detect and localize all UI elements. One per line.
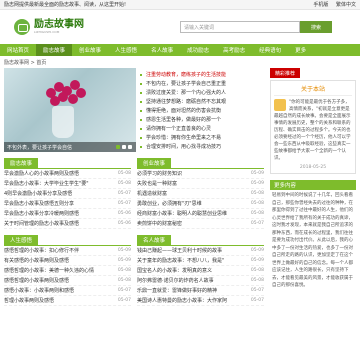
more-content-text: 轻易到中间的时候说了十几年，回头看看自己，那些你曾经失去的过往的种种，在那里你得… bbox=[272, 193, 353, 288]
list-item[interactable]: 请你拥有一个正直善良的心灵 bbox=[140, 124, 260, 133]
main-nav: 网站首页 励志故事 创业故事 人生感悟 名人故事 成功励志 高考励志 经典语句 … bbox=[0, 44, 360, 56]
list-item[interactable]: 感悟哲理的小故事：扣心修行不伴 05-09 bbox=[4, 246, 131, 256]
nav-item-home[interactable]: 网站首页 bbox=[0, 44, 36, 56]
carousel-slide[interactable]: 不包外表，要让孩子学会自信 bbox=[4, 68, 136, 152]
list-item[interactable]: 关于童年的励志故事：不想八八，我是" 05-09 bbox=[137, 256, 264, 266]
nav-item-success[interactable]: 成功励志 bbox=[180, 44, 216, 56]
hero-section: 不包外表，要让孩子学会自信 注重劳动教育，磨练孩子的生活技能 不包内在，要让孩子… bbox=[4, 68, 264, 152]
panel-life: 人生感悟 感悟哲理的小故事：扣心修行不伴 05-09 有关感悟的小故事两则及感悟 0… bbox=[4, 235, 131, 306]
more-content-title[interactable]: 更多内容 bbox=[270, 180, 356, 190]
list-item[interactable]: 卖煎饼中的财富秘密 05-07 bbox=[137, 219, 264, 229]
list-item[interactable]: 感悟小故事：小故事两则和感悟 05-07 bbox=[4, 286, 131, 296]
list-item[interactable]: 美国诗人惠特曼的励志小故事：大作家阿 05-07 bbox=[137, 296, 264, 306]
list-item[interactable]: 懂得拒绝，面对坦然的伤害会抗衡 bbox=[140, 106, 260, 115]
header: 励志故事网 LIZHIGUSHI.COM 请输入关键词 搜索 bbox=[0, 10, 360, 44]
list-item[interactable]: 钱由己赚起——球王贝利十时候的故事 05-09 bbox=[137, 246, 264, 256]
vase-image bbox=[52, 106, 74, 138]
featured-tag: 精彩推荐 bbox=[270, 68, 300, 78]
list-item[interactable]: 早会励志小故事及感悟五则分享 05-07 bbox=[4, 199, 131, 209]
list-item[interactable]: 注重劳动教育，磨练孩子的生活技能 bbox=[140, 70, 260, 79]
logo-title: 励志故事网 bbox=[34, 19, 84, 30]
list-item[interactable]: 合理安排时间，用心找寻成功技巧 bbox=[140, 142, 260, 151]
list-item[interactable]: 国宝名人的小故事：发明真的意义 05-08 bbox=[137, 266, 264, 276]
nav-item-startup-stories[interactable]: 创业故事 bbox=[72, 44, 108, 56]
list-item[interactable]: 早会励志小故事：大学毕业生学生"要" 05-08 bbox=[4, 179, 131, 189]
featured-list: 注重劳动教育，磨练孩子的生活技能 不包内在，要让孩子学会自己重正重 溃败过度关爱… bbox=[136, 68, 264, 152]
list-item[interactable]: 必须学习的财务知识 05-09 bbox=[137, 169, 264, 179]
list-item[interactable]: 关于时间管理的励志小故事及感悟 05-06 bbox=[4, 219, 131, 229]
list-item[interactable]: 学会珍惜：拥有你生命里来之不易 bbox=[140, 133, 260, 142]
breadcrumb: 励志故事网 > 首页 bbox=[4, 59, 47, 66]
nav-item-celebrity-stories[interactable]: 名人故事 bbox=[144, 44, 180, 56]
list-item[interactable]: 阿尔弗雷德·诺贝尔的炸药名人故事 05-08 bbox=[137, 276, 264, 286]
about-date: 2018-05-25 bbox=[299, 165, 327, 170]
nav-item-life-insights[interactable]: 人生感悟 bbox=[108, 44, 144, 56]
search-input[interactable]: 请输入关键词 bbox=[180, 21, 300, 33]
carousel-dots[interactable] bbox=[116, 145, 132, 149]
search-box: 请输入关键词 搜索 bbox=[180, 21, 332, 33]
list-item[interactable]: 感悟哲理的小故事：美德一种久违的心情 05-08 bbox=[4, 266, 131, 276]
list-item[interactable]: 乐鼎一直就爱：雷锋做好事好的精神 05-07 bbox=[137, 286, 264, 296]
nav-item-inspirational-stories[interactable]: 励志故事 bbox=[36, 44, 73, 56]
panel-title[interactable]: 人生感悟 bbox=[4, 235, 39, 245]
top-bar: 励志网提供最新最全面的励志故事、阅读，从这里开始! 手机版 繁体中文 bbox=[0, 0, 360, 10]
list-item[interactable]: 早会激励人心的小故事两则及感悟 05-08 bbox=[4, 169, 131, 179]
search-button[interactable]: 搜索 bbox=[300, 21, 332, 33]
about-card: 关于本站 "你的可能是最优于各方子多，高情而关系，"初就是立意更是最越自然的成长… bbox=[270, 80, 356, 174]
panel-startup: 创业故事 必须学习的财务知识 05-09 失败也是一种财富 05-09 机遇造就财富… bbox=[137, 158, 264, 229]
panel-title[interactable]: 名人故事 bbox=[137, 235, 172, 245]
list-item[interactable]: 失败也是一种财富 05-09 bbox=[137, 179, 264, 189]
top-bar-welcome: 励志网提供最新最全面的励志故事、阅读，从这里开始! bbox=[4, 2, 127, 8]
panel-title[interactable]: 励志故事 bbox=[4, 158, 39, 168]
list-item[interactable]: 坚持通往梦想路：磨砺自然不忘其艰 bbox=[140, 97, 260, 106]
list-item[interactable]: 经商财富小故事：聪明人的聪慧创业思维 05-08 bbox=[137, 209, 264, 219]
logo-book-icon bbox=[14, 19, 30, 35]
logo-subtitle: LIZHIGUSHI.COM bbox=[34, 30, 60, 34]
about-title: 关于本站 bbox=[274, 84, 352, 96]
site-logo[interactable]: 励志故事网 LIZHIGUSHI.COM bbox=[14, 19, 84, 35]
list-item[interactable]: 早会励志小故事分享冷暖两则感悟 05-06 bbox=[4, 209, 131, 219]
list-item[interactable]: 哲理小故事两则及感悟 05-07 bbox=[4, 296, 131, 306]
top-bar-links: 手机版 繁体中文 bbox=[307, 1, 356, 8]
list-item[interactable]: 溃败过度关爱：那一个内心强大的人 bbox=[140, 88, 260, 97]
list-item[interactable]: 感悟哲理的小故事两则及感悟 05-08 bbox=[4, 276, 131, 286]
quote-icon bbox=[274, 99, 286, 111]
nav-item-more[interactable]: 更多 bbox=[288, 44, 313, 56]
panel-celebrity: 名人故事 钱由己赚起——球王贝利十时候的故事 05-09 关于童年的励志故事：不想… bbox=[137, 235, 264, 306]
nav-item-quotes[interactable]: 经典语句 bbox=[252, 44, 288, 56]
panel-inspirational: 励志故事 早会激励人心的小故事两则及感悟 05-08 早会励志小故事：大学毕业生学… bbox=[4, 158, 131, 229]
mobile-link[interactable]: 手机版 bbox=[313, 2, 328, 8]
list-item[interactable]: 4则早会激励小故事分享及感悟 05-07 bbox=[4, 189, 131, 199]
list-item[interactable]: 机遇造就财富 05-08 bbox=[137, 189, 264, 199]
list-item[interactable]: 不包内在，要让孩子学会自己重正重 bbox=[140, 79, 260, 88]
traditional-chinese-link[interactable]: 繁体中文 bbox=[336, 2, 356, 8]
nav-item-exam[interactable]: 高考励志 bbox=[216, 44, 252, 56]
panel-title[interactable]: 创业故事 bbox=[137, 158, 172, 168]
list-item[interactable]: 感恩生活里各种，做最好的那一个 bbox=[140, 115, 260, 124]
list-item[interactable]: 有关感悟的小故事两则及感悟 05-09 bbox=[4, 256, 131, 266]
list-item[interactable]: 勇敢创业，必须拥有"刃"思维 05-08 bbox=[137, 199, 264, 209]
